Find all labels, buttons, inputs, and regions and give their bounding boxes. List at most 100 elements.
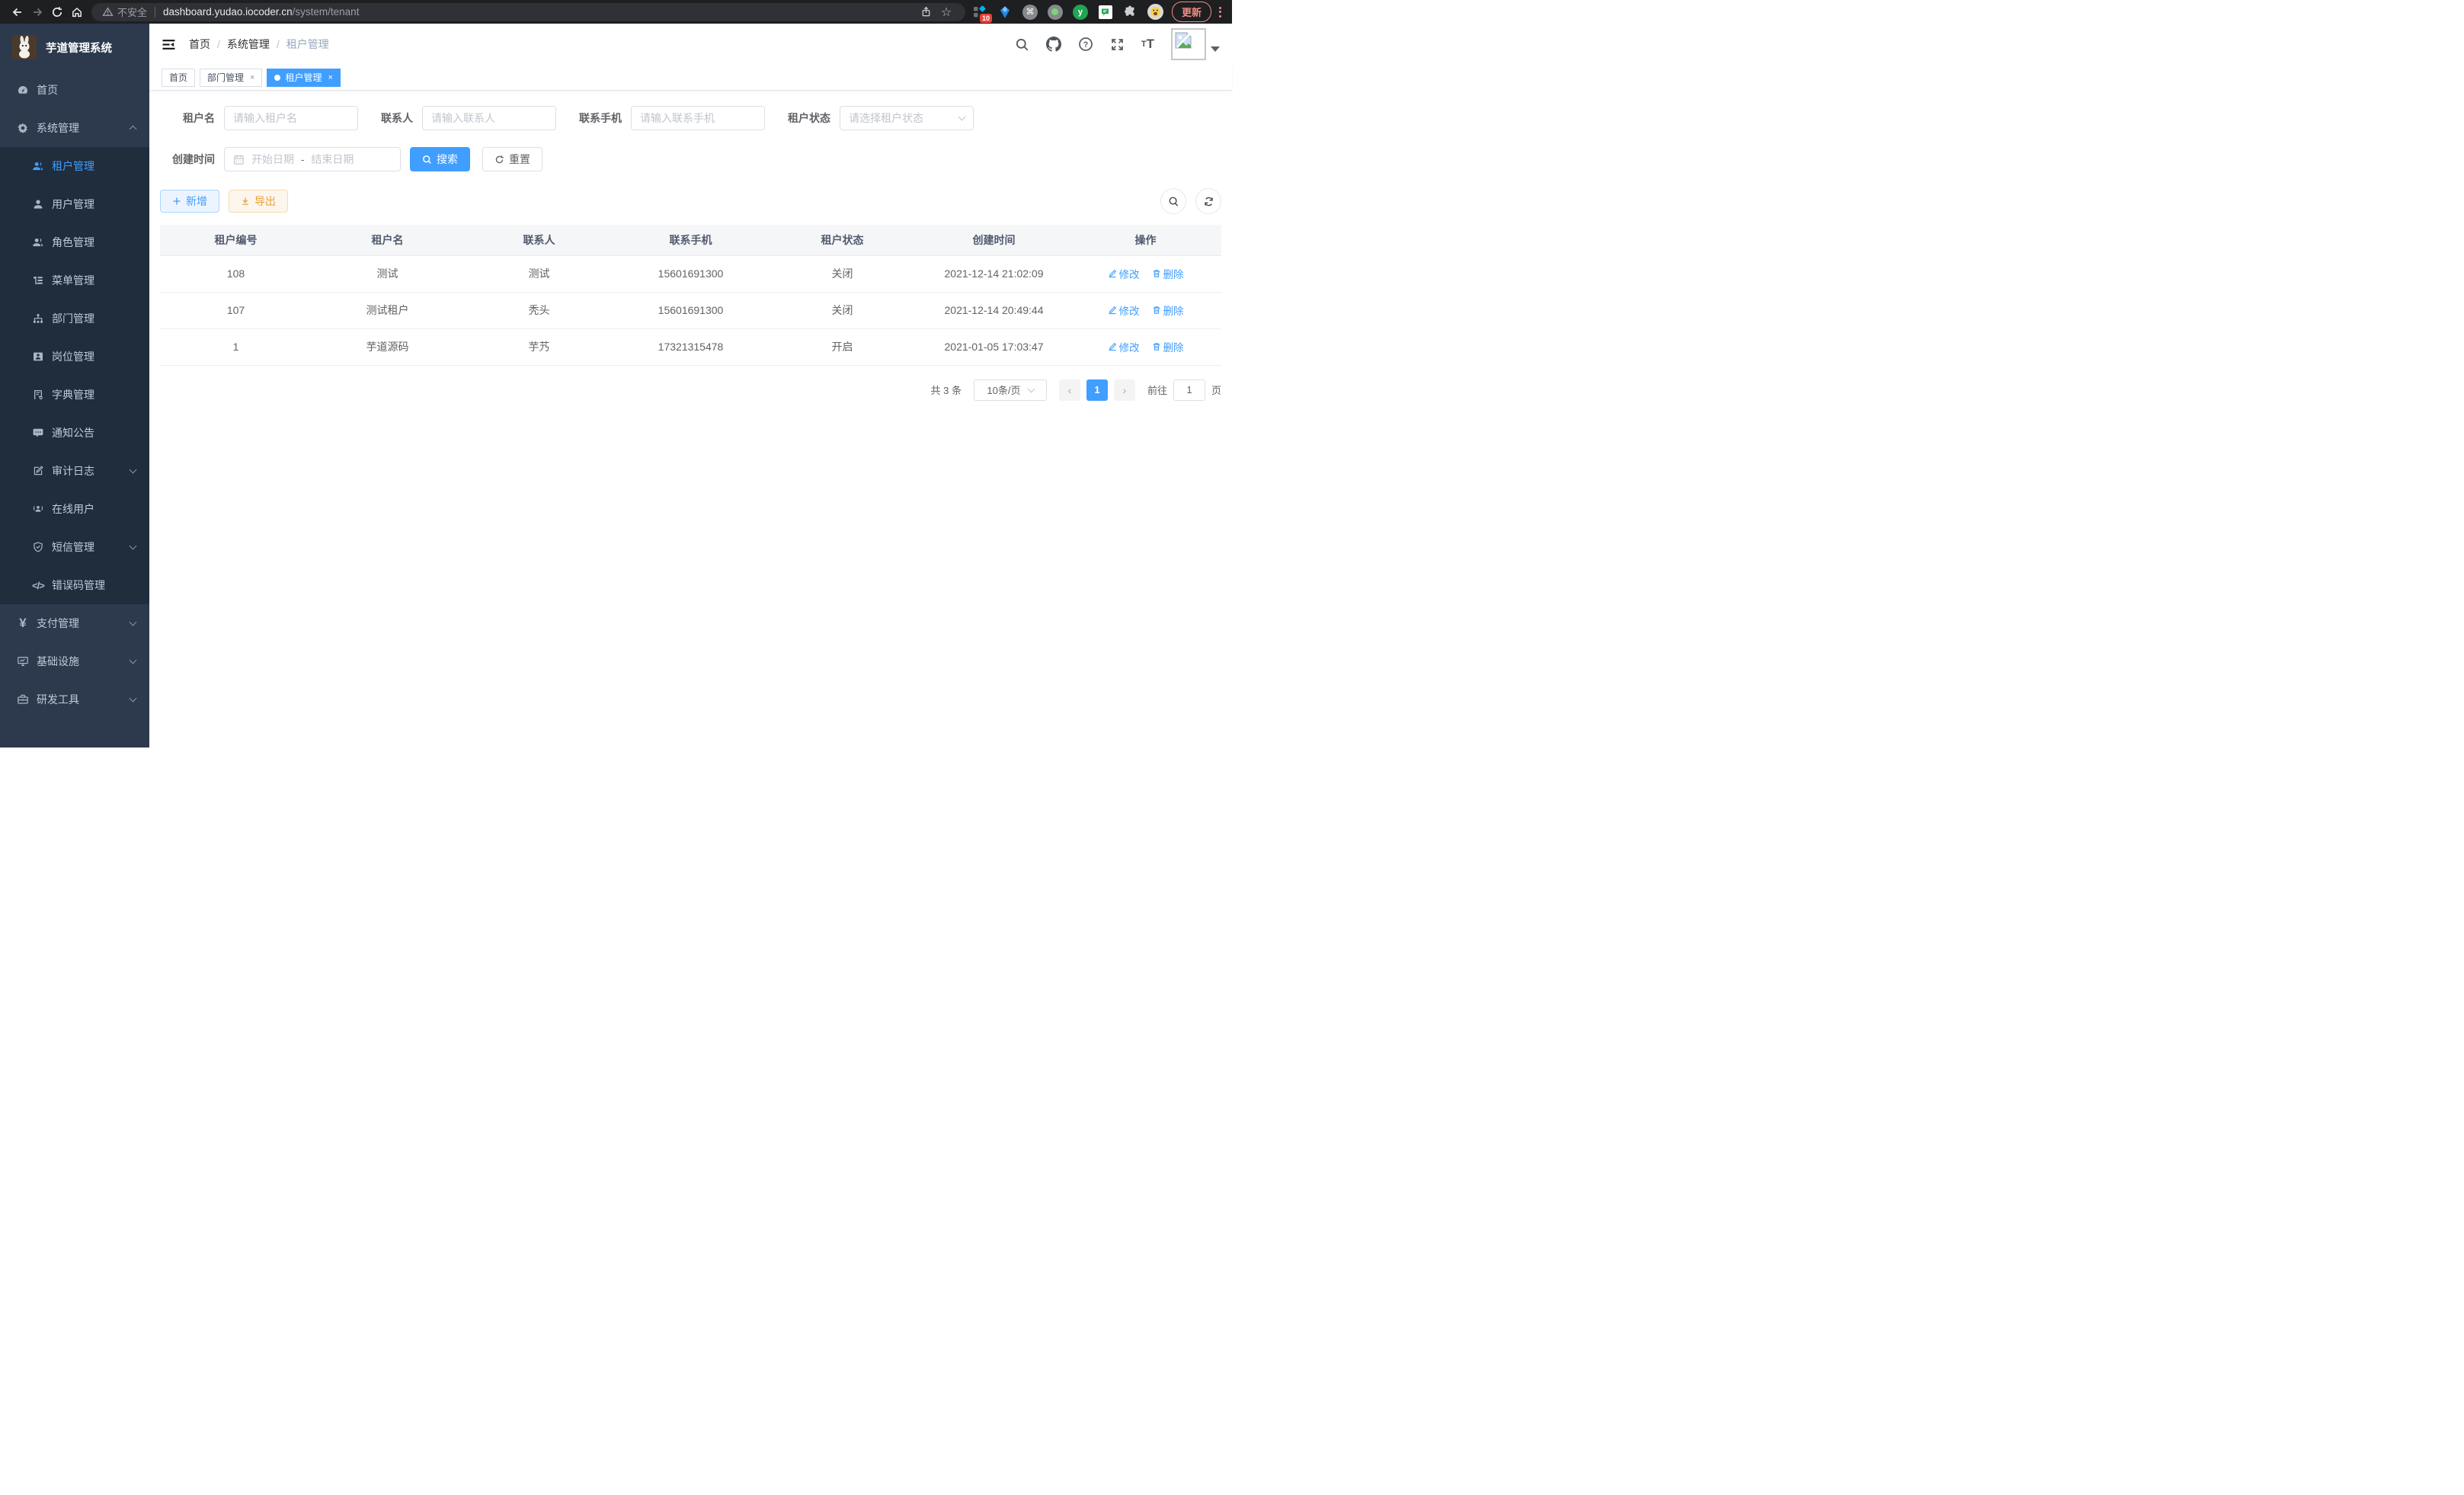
reset-button[interactable]: 重置 <box>482 147 542 171</box>
cell-tenant-name: 测试 <box>312 255 463 292</box>
sidebar-item-user[interactable]: 用户管理 <box>0 185 149 223</box>
warning-icon[interactable] <box>101 2 114 22</box>
toggle-search-button[interactable] <box>1160 188 1186 214</box>
search-icon[interactable] <box>1015 37 1029 52</box>
users-icon <box>32 236 44 248</box>
url-path: /system/tenant <box>293 6 360 18</box>
extension-y-icon[interactable]: y <box>1072 4 1089 21</box>
github-icon[interactable] <box>1046 37 1061 52</box>
cell-tenant-id: 108 <box>160 255 312 292</box>
breadcrumb-system[interactable]: 系统管理 <box>227 37 270 52</box>
cell-contact: 秃头 <box>463 292 615 328</box>
extension-devtools-icon[interactable]: 10 <box>971 4 988 21</box>
tenant-name-input[interactable]: 请输入租户名 <box>224 106 358 130</box>
search-button[interactable]: 搜索 <box>410 147 470 171</box>
browser-reload-button[interactable] <box>47 2 67 22</box>
share-icon[interactable] <box>917 2 936 22</box>
page-number-current[interactable]: 1 <box>1086 379 1108 401</box>
breadcrumb-home[interactable]: 首页 <box>189 37 210 52</box>
next-page-button[interactable]: › <box>1114 379 1135 401</box>
table-row: 1 芋道源码 芋艿 17321315478 开启 2021-01-05 17:0… <box>160 328 1221 365</box>
cell-tenant-id: 1 <box>160 328 312 365</box>
delete-link[interactable]: 删除 <box>1152 303 1184 318</box>
sidebar-item-notice[interactable]: 通知公告 <box>0 414 149 452</box>
close-icon[interactable]: × <box>328 73 332 82</box>
profile-avatar-icon[interactable] <box>1147 4 1164 21</box>
delete-link[interactable]: 删除 <box>1152 266 1184 281</box>
app-logo-row[interactable]: 芋道管理系统 <box>0 24 149 71</box>
bookmark-star-icon[interactable]: ☆ <box>936 2 956 22</box>
refresh-table-button[interactable] <box>1195 188 1221 214</box>
sidebar-item-system[interactable]: 系统管理 <box>0 109 149 147</box>
sidebar-item-label: 短信管理 <box>52 539 94 555</box>
sidebar-item-infra[interactable]: 基础设施 <box>0 642 149 680</box>
mobile-input[interactable]: 请输入联系手机 <box>631 106 765 130</box>
browser-forward-button[interactable] <box>27 2 47 22</box>
sidebar-item-devtool[interactable]: 研发工具 <box>0 680 149 719</box>
browser-update-button[interactable]: 更新 <box>1172 2 1211 22</box>
trash-icon <box>1152 269 1161 278</box>
export-button[interactable]: 导出 <box>229 190 288 213</box>
edit-link[interactable]: 修改 <box>1108 303 1140 318</box>
sidebar-item-dict[interactable]: 字典管理 <box>0 376 149 414</box>
extension-command-icon[interactable]: ⌘ <box>1022 4 1038 21</box>
tenant-table: 租户编号 租户名 联系人 联系手机 租户状态 创建时间 操作 108 测试 <box>160 225 1221 366</box>
extension-gem-icon[interactable] <box>997 4 1013 21</box>
sidebar-item-post[interactable]: 岗位管理 <box>0 338 149 376</box>
edit-link[interactable]: 修改 <box>1108 339 1140 354</box>
column-header: 租户名 <box>312 225 463 255</box>
add-button[interactable]: 新增 <box>160 190 219 213</box>
cell-tenant-id: 107 <box>160 292 312 328</box>
create-time-label: 创建时间 <box>171 152 215 167</box>
sidebar-item-error-code[interactable]: </> 错误码管理 <box>0 566 149 604</box>
user-avatar-broken-image[interactable] <box>1171 28 1206 60</box>
chevron-down-icon <box>130 543 137 550</box>
monitor-icon <box>17 655 29 667</box>
sidebar-item-label: 部门管理 <box>52 311 94 326</box>
sidebar-fold-icon[interactable] <box>162 38 177 51</box>
sidebar-item-label: 字典管理 <box>52 387 94 402</box>
page-size-select[interactable]: 10条/页 <box>974 379 1047 401</box>
sidebar-item-home[interactable]: 首页 <box>0 71 149 109</box>
prev-page-button[interactable]: ‹ <box>1059 379 1080 401</box>
sidebar-item-online-user[interactable]: 在线用户 <box>0 490 149 528</box>
avatar-dropdown-caret-icon[interactable] <box>1211 46 1220 52</box>
extension-chat-icon[interactable] <box>1097 4 1114 21</box>
sidebar-item-dept[interactable]: 部门管理 <box>0 299 149 338</box>
sidebar-item-pay[interactable]: ¥ 支付管理 <box>0 604 149 642</box>
sidebar-item-role[interactable]: 角色管理 <box>0 223 149 261</box>
sidebar-item-menu[interactable]: 菜单管理 <box>0 261 149 299</box>
sidebar-item-label: 租户管理 <box>52 158 94 174</box>
browser-home-button[interactable] <box>67 2 87 22</box>
fullscreen-icon[interactable] <box>1110 37 1125 52</box>
sidebar-item-label: 岗位管理 <box>52 349 94 364</box>
delete-link[interactable]: 删除 <box>1152 339 1184 354</box>
breadcrumb-current: 租户管理 <box>286 37 329 52</box>
online-icon <box>32 503 44 515</box>
help-icon[interactable]: ? <box>1078 37 1093 52</box>
cell-created: 2021-12-14 20:49:44 <box>918 292 1070 328</box>
sidebar-item-label: 菜单管理 <box>52 273 94 288</box>
address-bar[interactable]: 不安全 dashboard.yudao.iocoder.cn/system/te… <box>91 3 965 21</box>
create-time-range-input[interactable]: 开始日期 - 结束日期 <box>224 147 401 171</box>
extensions-puzzle-icon[interactable] <box>1122 4 1139 21</box>
tag-tenant-active[interactable]: 租户管理 × <box>267 69 340 87</box>
extension-dot-icon[interactable] <box>1047 4 1064 21</box>
contact-input[interactable]: 请输入联系人 <box>422 106 556 130</box>
tag-dept[interactable]: 部门管理 × <box>200 69 262 87</box>
range-separator: - <box>301 154 304 165</box>
edit-link[interactable]: 修改 <box>1108 266 1140 281</box>
browser-back-button[interactable] <box>8 2 27 22</box>
tag-home[interactable]: 首页 <box>162 69 195 87</box>
sidebar-item-tenant[interactable]: 租户管理 <box>0 147 149 185</box>
column-header: 联系手机 <box>615 225 766 255</box>
sidebar-item-audit-log[interactable]: 审计日志 <box>0 452 149 490</box>
status-select[interactable]: 请选择租户状态 <box>840 106 974 130</box>
browser-menu-icon[interactable] <box>1216 7 1224 18</box>
close-icon[interactable]: × <box>250 73 254 82</box>
sidebar-item-sms[interactable]: 短信管理 <box>0 528 149 566</box>
cell-status: 关闭 <box>766 255 918 292</box>
goto-page-input[interactable] <box>1173 379 1205 401</box>
font-size-icon[interactable]: TT <box>1141 37 1154 52</box>
extensions-area: 10 ⌘ y <box>971 4 1164 21</box>
